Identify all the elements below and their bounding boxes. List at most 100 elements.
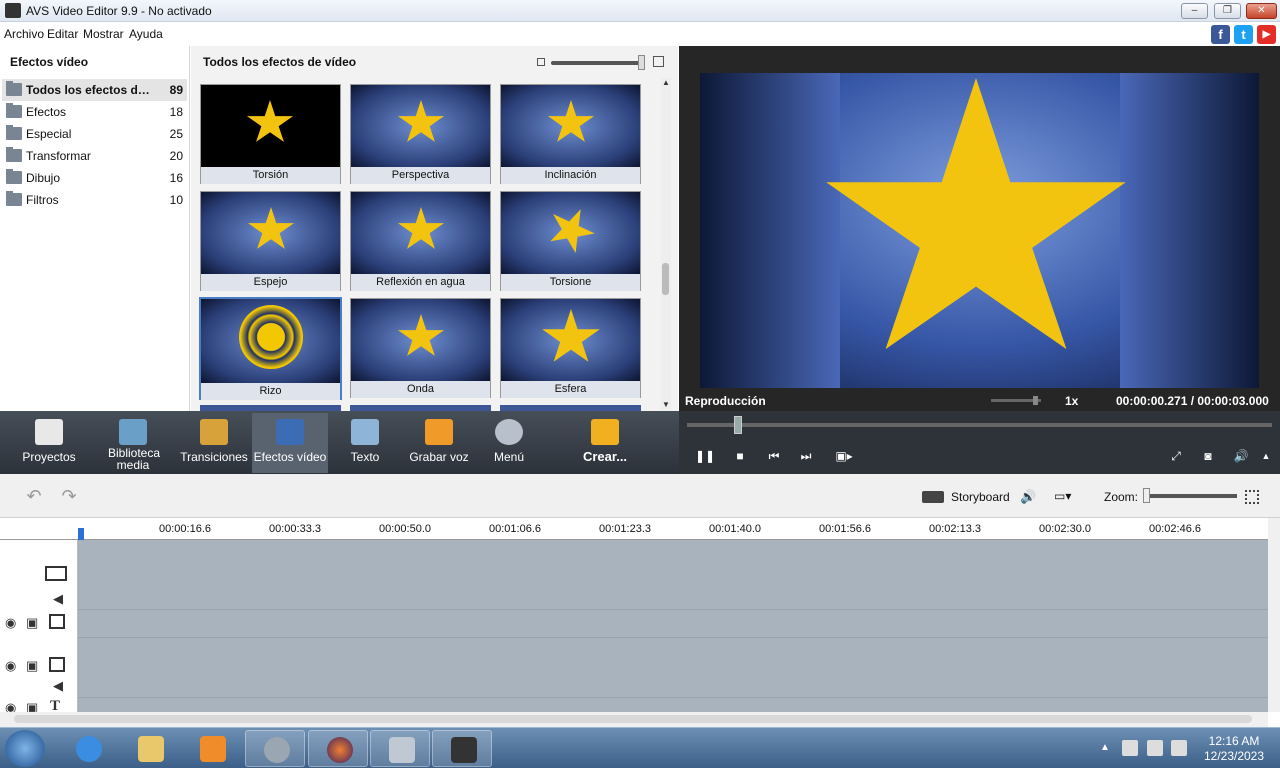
video-preview[interactable]: [700, 73, 1259, 388]
network-icon[interactable]: [1147, 740, 1163, 756]
effect-onda[interactable]: Onda: [350, 298, 491, 398]
taskbar-ie[interactable]: [58, 730, 118, 767]
taskbar-explorer[interactable]: [120, 730, 180, 767]
tool-texto[interactable]: Texto: [338, 413, 392, 473]
tool-label: Transiciones: [180, 450, 248, 464]
effect-perspectiva[interactable]: Perspectiva: [350, 84, 491, 184]
play-selection-icon[interactable]: ▣▸: [833, 447, 855, 465]
mute-audio-icon[interactable]: ◀: [53, 591, 63, 607]
menu-mostrar[interactable]: Mostrar: [83, 27, 124, 41]
effects-track[interactable]: [78, 610, 1268, 638]
video-track[interactable]: [78, 540, 1268, 610]
restore-button[interactable]: ❐: [1214, 3, 1241, 19]
system-clock[interactable]: 12:16 AM 12/23/2023: [1197, 734, 1271, 764]
start-button-icon[interactable]: [5, 730, 45, 767]
category-count: 89: [169, 83, 183, 97]
scroll-down-icon[interactable]: ▼: [661, 400, 671, 410]
audio-mixer-icon[interactable]: 🔊: [1020, 489, 1044, 505]
overlay-track[interactable]: [78, 638, 1268, 698]
thumb-size-slider[interactable]: [551, 61, 643, 65]
thumb-size-small-icon[interactable]: [537, 58, 545, 66]
menu-archivo[interactable]: Archivo: [4, 27, 44, 41]
effect-torsion[interactable]: Torsión: [200, 84, 341, 184]
effect-rizo[interactable]: Rizo: [199, 297, 342, 400]
storyboard-icon[interactable]: [922, 491, 944, 503]
scroll-up-icon[interactable]: ▲: [661, 78, 671, 88]
effects-categories-panel: Efectos vídeo Todos los efectos de... 89…: [0, 46, 190, 411]
lock-icon[interactable]: ▣: [26, 615, 38, 631]
redo-icon[interactable]: ↷: [58, 486, 80, 508]
effect-esfera[interactable]: Esfera: [500, 298, 641, 398]
thumb-size-handle[interactable]: [638, 55, 645, 70]
twitter-icon[interactable]: t: [1234, 25, 1253, 44]
previous-icon[interactable]: ⏮: [765, 447, 783, 465]
taskbar-keyboard-app[interactable]: [370, 730, 430, 767]
transitions-icon: [200, 419, 228, 445]
tool-grabar-voz[interactable]: Grabar voz: [404, 413, 474, 473]
category-dibujo[interactable]: Dibujo 16: [2, 167, 187, 189]
effects-gallery: Todos los efectos de vídeo Torsión Persp…: [191, 46, 678, 411]
timeline-vscroll[interactable]: [1268, 518, 1280, 712]
thumb-size-large-icon[interactable]: [653, 56, 664, 67]
scroll-thumb[interactable]: [662, 263, 669, 295]
monitor-dropdown-icon[interactable]: ▭▾: [1054, 489, 1088, 505]
pause-icon[interactable]: ❚❚: [695, 447, 715, 465]
volume-muted-icon[interactable]: [1171, 740, 1187, 756]
volume-dropdown-icon[interactable]: ▲: [1257, 447, 1275, 465]
action-center-icon[interactable]: [1122, 740, 1138, 756]
mute-audio-icon[interactable]: ◀: [53, 678, 63, 694]
seek-bar[interactable]: [687, 423, 1272, 427]
effect-torsione[interactable]: Torsione: [500, 191, 641, 291]
youtube-icon[interactable]: ▶: [1257, 25, 1276, 44]
category-all[interactable]: Todos los efectos de... 89: [2, 79, 187, 101]
fullscreen-icon[interactable]: ⤢: [1167, 447, 1185, 465]
effect-reflexion-agua[interactable]: Reflexión en agua: [350, 191, 491, 291]
visibility-eye-icon[interactable]: ◉: [5, 615, 16, 631]
effect-preview: [201, 299, 340, 383]
gallery-scrollbar[interactable]: ▲ ▼: [661, 78, 671, 410]
effect-espejo[interactable]: Espejo: [200, 191, 341, 291]
tool-efectos-video[interactable]: Efectos vídeo: [252, 413, 328, 473]
timeline-zoom-slider[interactable]: [1147, 494, 1237, 498]
tool-menu[interactable]: Menú: [484, 413, 534, 473]
storyboard-button[interactable]: Storyboard: [951, 490, 1010, 504]
stop-icon[interactable]: ■: [731, 447, 749, 465]
preview-panel: Reproducción 1x 00:00:00.271 / 00:00:03.…: [679, 46, 1280, 412]
category-efectos[interactable]: Efectos 18: [2, 101, 187, 123]
effect-inclinacion[interactable]: Inclinación: [500, 84, 641, 184]
hscroll-thumb[interactable]: [14, 715, 1252, 723]
seek-handle[interactable]: [734, 416, 742, 434]
preview-speed-slider[interactable]: [991, 396, 1041, 405]
timeline-hscroll[interactable]: [0, 712, 1268, 727]
effect-preview: [501, 85, 640, 167]
tool-proyectos[interactable]: Proyectos: [18, 413, 80, 473]
taskbar-avs-editor[interactable]: [432, 730, 492, 767]
undo-icon[interactable]: ↶: [23, 486, 45, 508]
category-filtros[interactable]: Filtros 10: [2, 189, 187, 211]
facebook-icon[interactable]: f: [1211, 25, 1230, 44]
snapshot-icon[interactable]: ◙: [1199, 447, 1217, 465]
timeline-zoom-handle[interactable]: [1143, 488, 1150, 503]
taskbar-media-player[interactable]: [182, 730, 242, 767]
show-hidden-icons[interactable]: ▲: [1100, 742, 1110, 753]
taskbar-chrome[interactable]: [245, 730, 305, 767]
keyboard-icon: [389, 737, 415, 763]
menu-editar[interactable]: Editar: [47, 27, 78, 41]
next-icon[interactable]: ⏭: [797, 447, 815, 465]
category-transformar[interactable]: Transformar 20: [2, 145, 187, 167]
speed-value[interactable]: 1x: [1065, 394, 1078, 408]
tool-transiciones[interactable]: Transiciones: [180, 413, 248, 473]
timeline-ruler[interactable]: 00:00:16.6 00:00:33.3 00:00:50.0 00:01:0…: [0, 518, 1268, 540]
volume-icon[interactable]: 🔊: [1232, 447, 1250, 465]
taskbar-firefox[interactable]: [308, 730, 368, 767]
lock-icon[interactable]: ▣: [26, 658, 38, 674]
category-especial[interactable]: Especial 25: [2, 123, 187, 145]
close-button[interactable]: ✕: [1246, 3, 1277, 19]
visibility-eye-icon[interactable]: ◉: [5, 658, 16, 674]
menu-ayuda[interactable]: Ayuda: [129, 27, 163, 41]
minimize-button[interactable]: –: [1181, 3, 1208, 19]
tool-biblioteca[interactable]: Biblioteca media: [98, 413, 168, 473]
fit-timeline-icon[interactable]: [1245, 490, 1259, 504]
tool-crear[interactable]: Crear...: [572, 413, 638, 473]
playhead[interactable]: [78, 528, 84, 540]
